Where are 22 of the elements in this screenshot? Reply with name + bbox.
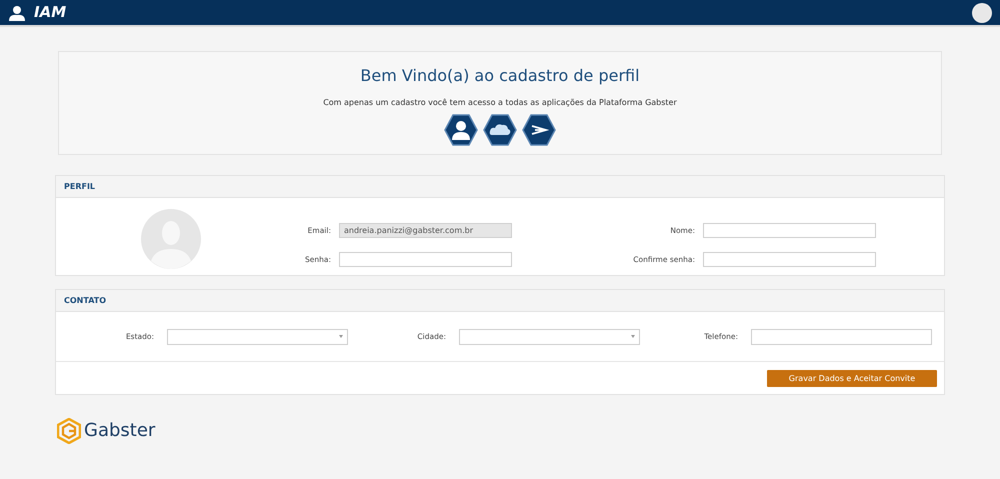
welcome-subtitle: Com apenas um cadastro você tem acesso a todas as aplicações da Plataforma Gabster — [323, 97, 677, 109]
text-field[interactable] — [703, 223, 876, 238]
text-field[interactable] — [339, 252, 512, 267]
avatar-icon[interactable] — [972, 2, 992, 22]
welcome-title: Bem Vindo(a) ao cadastro de perfil — [360, 65, 640, 87]
select-field[interactable] — [167, 328, 348, 344]
avatar-placeholder-icon — [141, 209, 201, 269]
select-field[interactable] — [459, 328, 640, 344]
caret-icon — [631, 335, 635, 338]
logo-text: Gabster — [84, 419, 156, 443]
logo-icon — [57, 418, 81, 444]
cloud-app-icon[interactable] — [483, 113, 517, 147]
section-title: PERFIL — [64, 180, 96, 192]
app-title: IAM — [34, 2, 66, 24]
submit-button[interactable]: Gravar Dados e Aceitar Convite — [767, 370, 937, 387]
caret-icon — [339, 335, 343, 338]
profile-app-icon[interactable] — [444, 113, 478, 147]
user-icon[interactable] — [8, 4, 26, 22]
arrow-app-icon[interactable] — [522, 113, 556, 147]
text-field[interactable] — [703, 252, 876, 267]
section-title: CONTATO — [64, 294, 106, 306]
text-field[interactable] — [751, 328, 932, 344]
